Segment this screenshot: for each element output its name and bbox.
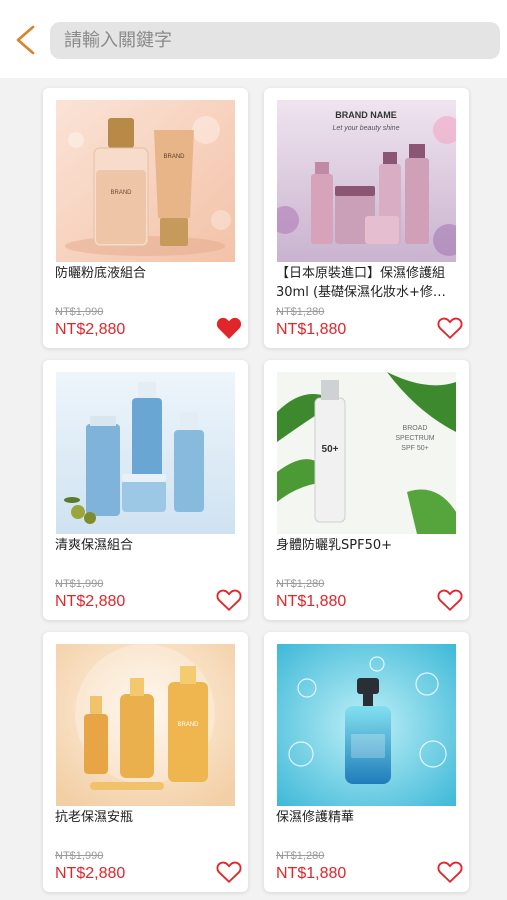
heart-outline-icon — [437, 317, 463, 340]
sale-price: NT$1,880 — [276, 321, 347, 338]
product-name[interactable]: 身體防曬乳SPF50+ — [276, 536, 462, 555]
product-name[interactable]: 抗老保濕安瓶 — [55, 808, 241, 827]
product-label-text: BROAD — [403, 425, 428, 432]
product-image[interactable]: BRAND BRAND — [56, 100, 235, 262]
product-label-text: BRAND — [110, 190, 132, 196]
product-label-text: SPF 50+ — [401, 445, 428, 452]
product-label-text: Let your beauty shine — [333, 125, 400, 132]
product-label-text: BRAND NAME — [335, 110, 397, 120]
heart-outline-icon — [216, 589, 242, 612]
product-image[interactable]: 50+ BROAD SPECTRUM SPF 50+ — [277, 372, 456, 534]
original-price: NT$1,990 — [55, 306, 104, 318]
product-card[interactable]: 清爽保濕組合 NT$1,990 NT$2,880 — [43, 360, 248, 620]
product-card[interactable]: 保濕修護精華 NT$1,280 NT$1,880 — [264, 632, 469, 892]
product-grid: BRAND BRAND 防曬粉底液組合 NT$1,990 NT$2,880 BR… — [0, 0, 507, 900]
favorite-button[interactable] — [216, 860, 242, 884]
product-image[interactable] — [56, 372, 235, 534]
product-card[interactable]: 50+ BROAD SPECTRUM SPF 50+ 身體防曬乳SPF50+ N… — [264, 360, 469, 620]
product-card[interactable]: BRAND 抗老保濕安瓶 NT$1,990 NT$2,880 — [43, 632, 248, 892]
sale-price: NT$1,880 — [276, 865, 347, 882]
original-price: NT$1,280 — [276, 306, 325, 318]
product-label-text: SPECTRUM — [395, 435, 434, 442]
product-name[interactable]: 清爽保濕組合 — [55, 536, 241, 555]
original-price: NT$1,990 — [55, 850, 104, 862]
product-label-text: BRAND — [177, 722, 199, 728]
product-card[interactable]: BRAND BRAND 防曬粉底液組合 NT$1,990 NT$2,880 — [43, 88, 248, 348]
product-name[interactable]: 保濕修護精華 — [276, 808, 462, 827]
product-image[interactable] — [277, 644, 456, 806]
original-price: NT$1,280 — [276, 850, 325, 862]
heart-outline-icon — [216, 861, 242, 884]
product-name[interactable]: 防曬粉底液組合 — [55, 264, 241, 283]
sale-price: NT$1,880 — [276, 593, 347, 610]
product-card[interactable]: BRAND NAME Let your beauty shine 【日本原裝進口… — [264, 88, 469, 348]
sale-price: NT$2,880 — [55, 593, 126, 610]
product-label-text: BRAND — [163, 154, 185, 160]
product-image[interactable]: BRAND NAME Let your beauty shine — [277, 100, 456, 262]
product-image[interactable]: BRAND — [56, 644, 235, 806]
heart-outline-icon — [437, 861, 463, 884]
heart-outline-icon — [437, 589, 463, 612]
original-price: NT$1,990 — [55, 578, 104, 590]
sale-price: NT$2,880 — [55, 321, 126, 338]
favorite-button[interactable] — [216, 588, 242, 612]
sale-price: NT$2,880 — [55, 865, 126, 882]
favorite-button[interactable] — [216, 316, 242, 340]
product-name[interactable]: 【日本原裝進口】保濕修護組30ml (基礎保濕化妝水+修… — [276, 264, 462, 302]
favorite-button[interactable] — [437, 860, 463, 884]
favorite-button[interactable] — [437, 588, 463, 612]
original-price: NT$1,280 — [276, 578, 325, 590]
product-label-text: 50+ — [322, 444, 339, 455]
heart-filled-icon — [216, 317, 242, 339]
favorite-button[interactable] — [437, 316, 463, 340]
